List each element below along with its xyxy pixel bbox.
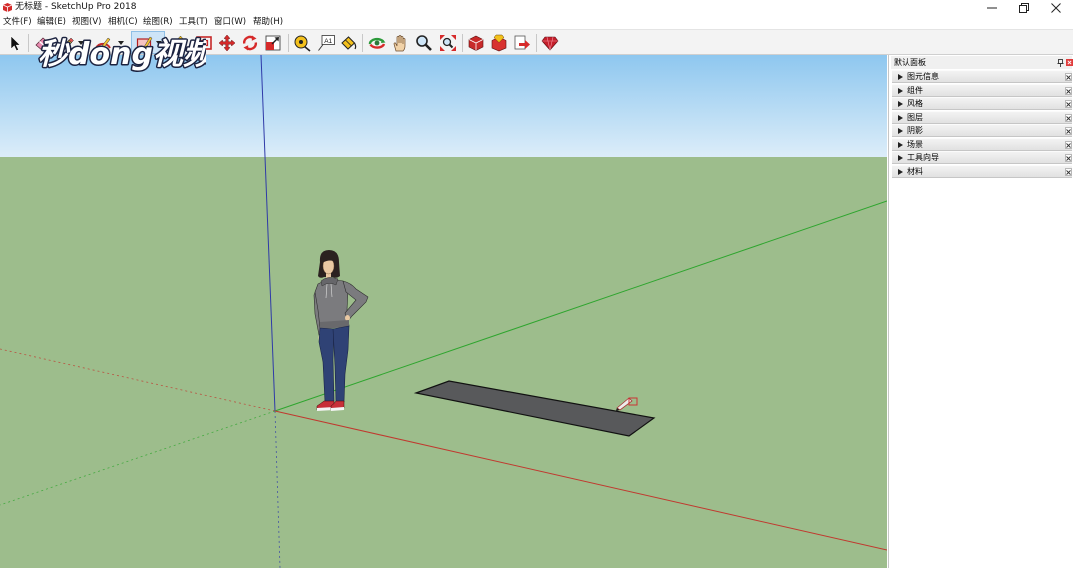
- close-button[interactable]: [1041, 0, 1071, 15]
- zoom-extents-icon: [440, 35, 456, 51]
- tray-label: 图层: [907, 113, 923, 122]
- title-bar: 无标题 - SketchUp Pro 2018: [0, 0, 1073, 15]
- select-tool-button[interactable]: [5, 33, 25, 53]
- minimize-button[interactable]: [977, 0, 1007, 15]
- close-icon: [1066, 88, 1071, 94]
- 3d-warehouse-button[interactable]: [466, 33, 486, 53]
- tape-measure-icon: [294, 35, 311, 52]
- orbit-tool-button[interactable]: [367, 33, 387, 53]
- tape-measure-tool-button[interactable]: [292, 33, 312, 53]
- scale-tool-button[interactable]: [263, 33, 283, 53]
- send-to-layout-icon: [514, 35, 530, 50]
- minimize-icon: [987, 7, 997, 8]
- tray-entity-info[interactable]: 图元信息: [892, 70, 1072, 83]
- tray-close-button[interactable]: [1065, 154, 1072, 162]
- expand-arrow-icon: [898, 128, 903, 134]
- toolbar-separator: [536, 34, 537, 52]
- close-icon: [1066, 101, 1071, 107]
- panel-header: 默认面板: [891, 56, 1073, 69]
- expand-arrow-icon: [898, 115, 903, 121]
- tray-styles[interactable]: 风格: [892, 97, 1072, 110]
- toolbar-separator: [288, 34, 289, 52]
- text-tool-button[interactable]: A1: [316, 33, 336, 53]
- modeling-viewport[interactable]: [0, 55, 887, 568]
- tray-label: 风格: [907, 99, 923, 108]
- tray-close-button[interactable]: [1065, 100, 1072, 108]
- tray-label: 图元信息: [907, 72, 939, 81]
- tray-label: 工具向导: [907, 153, 939, 162]
- orbit-icon: [368, 37, 386, 49]
- extension-warehouse-icon: [491, 34, 507, 52]
- expand-arrow-icon: [898, 74, 903, 80]
- pin-icon[interactable]: [1057, 59, 1064, 67]
- restore-icon: [1019, 2, 1029, 13]
- close-icon: [1066, 128, 1071, 134]
- close-icon: [1066, 169, 1071, 175]
- send-to-layout-button[interactable]: [512, 33, 532, 53]
- menu-window[interactable]: 窗口(W): [214, 15, 246, 29]
- window-title: 无标题 - SketchUp Pro 2018: [15, 2, 137, 12]
- extension-manager-button[interactable]: [540, 33, 560, 53]
- expand-arrow-icon: [898, 142, 903, 148]
- move-icon: [218, 34, 236, 52]
- tray-scenes[interactable]: 场景: [892, 138, 1072, 151]
- tray-close-button[interactable]: [1065, 127, 1072, 135]
- close-icon: [1066, 74, 1071, 80]
- tray-label: 材料: [907, 167, 923, 176]
- toolbar-separator: [462, 34, 463, 52]
- tray-label: 阴影: [907, 126, 923, 135]
- rotate-tool-button[interactable]: [240, 33, 260, 53]
- tray-close-button[interactable]: [1065, 141, 1072, 149]
- scale-icon: [265, 35, 281, 51]
- panel-title: 默认面板: [894, 58, 926, 67]
- paint-bucket-icon: [341, 36, 357, 50]
- menu-help[interactable]: 帮助(H): [253, 15, 283, 29]
- move-tool-button[interactable]: [217, 33, 237, 53]
- expand-arrow-icon: [898, 88, 903, 94]
- tray-label: 场景: [907, 140, 923, 149]
- close-icon: [1066, 115, 1071, 121]
- text-icon: A1: [318, 35, 335, 51]
- menu-file[interactable]: 文件(F): [3, 15, 32, 29]
- tray-materials[interactable]: 材料: [892, 165, 1072, 178]
- toolbar-separator: [28, 34, 29, 52]
- select-icon: [10, 35, 21, 52]
- pan-icon: [393, 35, 406, 52]
- tray-components[interactable]: 组件: [892, 84, 1072, 97]
- pan-tool-button[interactable]: [390, 33, 410, 53]
- rotate-icon: [242, 35, 258, 51]
- 3d-warehouse-icon: [468, 35, 484, 51]
- close-icon: [1051, 2, 1061, 13]
- sketchup-logo-icon: [2, 3, 13, 12]
- tray-shadows[interactable]: 阴影: [892, 124, 1072, 137]
- paint-bucket-tool-button[interactable]: [338, 33, 358, 53]
- close-icon[interactable]: [1066, 59, 1073, 66]
- toolbar-separator: [362, 34, 363, 52]
- expand-arrow-icon: [898, 169, 903, 175]
- close-icon: [1066, 142, 1071, 148]
- tray-close-button[interactable]: [1065, 87, 1072, 95]
- tray-close-button[interactable]: [1065, 73, 1072, 81]
- tray-label: 组件: [907, 86, 923, 95]
- ground: [0, 157, 887, 568]
- tray-layers[interactable]: 图层: [892, 111, 1072, 124]
- tray-close-button[interactable]: [1065, 114, 1072, 122]
- expand-arrow-icon: [898, 101, 903, 107]
- zoom-tool-button[interactable]: [414, 33, 434, 53]
- extension-warehouse-button[interactable]: [489, 33, 509, 53]
- zoom-extents-tool-button[interactable]: [438, 33, 458, 53]
- watermark-logo: 秒dong视频: [37, 36, 207, 74]
- viewport-canvas[interactable]: [0, 55, 887, 568]
- default-tray-panel: 默认面板 图元信息 组件 风格 图层 阴影 场景 工具向导 材料: [888, 55, 1073, 568]
- tray-close-button[interactable]: [1065, 168, 1072, 176]
- text-tool-glyph: A1: [324, 38, 332, 45]
- expand-arrow-icon: [898, 155, 903, 161]
- tray-instructor[interactable]: 工具向导: [892, 151, 1072, 164]
- watermark-text: 秒dong视频: [38, 37, 206, 72]
- extension-manager-icon: [541, 36, 559, 51]
- close-icon: [1066, 155, 1071, 161]
- zoom-icon: [416, 35, 432, 51]
- restore-button[interactable]: [1009, 0, 1039, 15]
